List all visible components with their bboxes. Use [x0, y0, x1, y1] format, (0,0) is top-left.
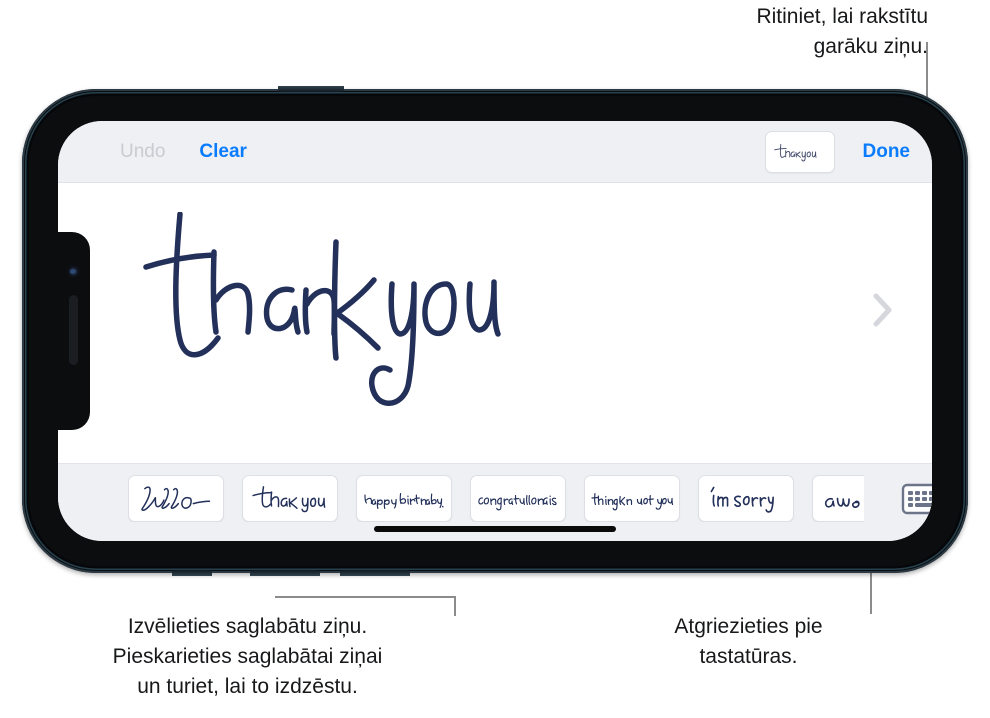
handwriting-congratulations	[478, 494, 557, 510]
saved-message-im-sorry[interactable]	[698, 475, 794, 522]
saved-message-congratulations[interactable]	[470, 475, 566, 522]
handwriting-canvas[interactable]	[58, 184, 932, 463]
volume-up-button[interactable]	[250, 570, 320, 576]
undo-button[interactable]: Undo	[120, 141, 165, 163]
saved-message-hello[interactable]	[128, 475, 224, 522]
front-camera-icon	[67, 265, 80, 278]
clear-button[interactable]: Clear	[199, 141, 247, 163]
callout-return-to-keyboard: Atgriezieties pie tastatūras.	[674, 615, 823, 668]
volume-down-button[interactable]	[340, 570, 410, 576]
saved-message-thank-you[interactable]	[242, 475, 338, 522]
saved-message-awe[interactable]	[812, 475, 864, 522]
home-indicator[interactable]	[374, 526, 616, 532]
callout-choose-saved-message: Izvēlieties saglabātu ziņu. Pieskarietie…	[112, 615, 383, 698]
handwriting-toolbar: Undo Clear Done	[58, 121, 932, 183]
device-notch	[58, 232, 90, 430]
keyboard-icon[interactable]	[901, 483, 932, 515]
leader-line-bottom-left-vertical	[454, 596, 456, 616]
handwriting-thank-you	[252, 485, 326, 512]
handwriting-thinking-of-you	[591, 492, 674, 510]
done-button[interactable]: Done	[863, 141, 911, 163]
callout-scroll-for-longer-message: Ritiniet, lai rakstītu garāku ziņu.	[756, 5, 928, 58]
volume-buttons[interactable]	[278, 86, 344, 92]
saved-messages-scroller[interactable]	[128, 475, 864, 522]
saved-message-thumbnail-thank-you[interactable]	[764, 130, 835, 173]
handwriting-im-sorry	[710, 486, 774, 513]
handwriting-awe	[824, 497, 860, 508]
earpiece-speaker	[69, 295, 78, 365]
silent-switch[interactable]	[172, 570, 212, 576]
handwriting-thank-you-small	[773, 143, 817, 161]
device-screen: Undo Clear Done	[58, 121, 932, 541]
leader-line-bottom-left-horizontal	[275, 596, 456, 598]
handwriting-thank-you-large	[143, 212, 501, 406]
saved-message-thinking-of-you[interactable]	[584, 475, 680, 522]
chevron-right-icon[interactable]	[872, 292, 894, 328]
iphone-device: Undo Clear Done	[18, 85, 972, 577]
handwriting-hello	[141, 485, 211, 511]
handwriting-happy-birthday	[364, 492, 444, 509]
saved-message-happy-birthday[interactable]	[356, 475, 452, 522]
